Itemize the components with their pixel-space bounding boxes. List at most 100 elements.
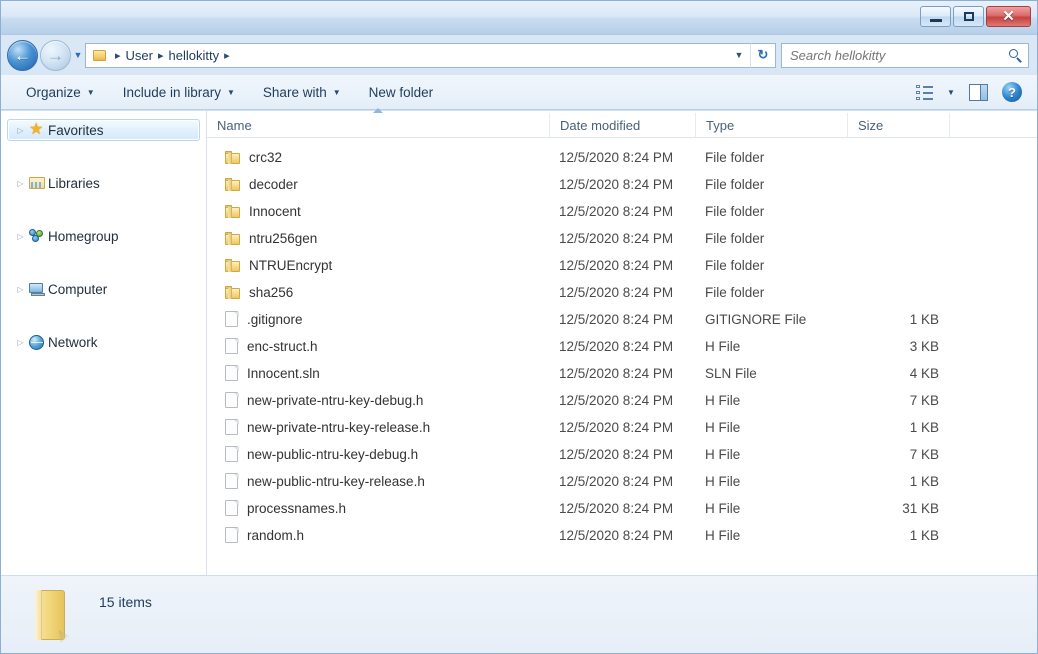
table-row[interactable]: new-public-ntru-key-release.h 12/5/2020 8… <box>207 468 1037 495</box>
organize-button[interactable]: Organize ▼ <box>15 80 106 105</box>
file-name-label: crc32 <box>249 150 283 165</box>
expander-icon[interactable]: ▷ <box>14 179 27 188</box>
new-folder-button[interactable]: New folder <box>358 80 445 105</box>
sidebar-item-libraries[interactable]: ▷ Libraries <box>7 172 200 194</box>
table-row[interactable]: processnames.h 12/5/2020 8:24 PM H File 31 … <box>207 495 1037 522</box>
sidebar-item-label: Homegroup <box>48 228 119 244</box>
file-name-label: new-private-ntru-key-release.h <box>247 420 431 435</box>
help-icon: ? <box>1002 82 1022 102</box>
table-row[interactable]: ntru256gen 12/5/2020 8:24 PM File folder <box>207 225 1037 252</box>
new-folder-label: New folder <box>368 84 434 100</box>
preview-pane-button[interactable] <box>961 79 995 105</box>
cell-size: 31 KB <box>902 501 939 516</box>
cell-date-modified: 12/5/2020 8:24 PM <box>559 150 674 165</box>
cell-name: new-public-ntru-key-debug.h <box>207 446 549 463</box>
breadcrumb-item-hellokitty[interactable]: hellokitty <box>169 48 220 63</box>
cell-date-modified: 12/5/2020 8:24 PM <box>559 366 674 381</box>
back-button[interactable]: ← <box>7 39 38 71</box>
table-row[interactable]: random.h 12/5/2020 8:24 PM H File 1 KB <box>207 522 1037 549</box>
forward-button[interactable]: → <box>40 39 71 71</box>
table-row[interactable]: Innocent.sln 12/5/2020 8:24 PM SLN File 4 K… <box>207 360 1037 387</box>
table-row[interactable]: .gitignore 12/5/2020 8:24 PM GITIGNORE Fil… <box>207 306 1037 333</box>
folder-icon <box>225 258 242 273</box>
preview-pane-icon <box>968 83 988 101</box>
cell-type: File folder <box>705 204 765 219</box>
file-icon <box>225 527 240 544</box>
sidebar-item-homegroup[interactable]: ▷ Homegroup <box>7 225 200 247</box>
sidebar-item-computer[interactable]: ▷ Computer <box>7 278 200 300</box>
file-name-label: NTRUEncrypt <box>249 258 333 273</box>
table-row[interactable]: decoder 12/5/2020 8:24 PM File folder <box>207 171 1037 198</box>
maximize-icon <box>964 12 974 21</box>
cell-date-modified: 12/5/2020 8:24 PM <box>559 501 674 516</box>
expander-icon[interactable]: ▷ <box>14 126 27 135</box>
cell-type: File folder <box>705 177 765 192</box>
address-dropdown-icon[interactable]: ▼ <box>728 44 750 67</box>
cell-size: 3 KB <box>909 339 939 354</box>
cell-type: H File <box>705 420 741 435</box>
table-row[interactable]: new-private-ntru-key-release.h 12/5/2020 … <box>207 414 1037 441</box>
folder-preview-icon <box>29 586 75 644</box>
maximize-button[interactable] <box>953 6 984 27</box>
command-toolbar: Organize ▼ Include in library ▼ Share wi… <box>1 75 1037 110</box>
cell-name: NTRUEncrypt <box>207 258 549 273</box>
refresh-button[interactable]: ↻ <box>750 42 776 68</box>
file-icon <box>225 311 240 328</box>
address-bar-row: ← → ▼ ▸ User ▸ hellokitty ▸ ▼ ↻ <box>1 35 1037 75</box>
sidebar-item-favorites[interactable]: ▷ ★ Favorites <box>7 119 200 141</box>
expander-icon[interactable]: ▷ <box>14 338 27 347</box>
column-header-name[interactable]: Name <box>207 108 549 137</box>
address-bar[interactable]: ▸ User ▸ hellokitty ▸ ▼ <box>85 42 750 68</box>
cell-type: H File <box>705 501 741 516</box>
table-row[interactable]: new-public-ntru-key-debug.h 12/5/2020 8:2… <box>207 441 1037 468</box>
cell-name: processnames.h <box>207 500 549 517</box>
cell-date-modified: 12/5/2020 8:24 PM <box>559 474 674 489</box>
sidebar-item-label: Favorites <box>48 122 104 138</box>
cell-name: decoder <box>207 177 549 192</box>
cell-date-modified: 12/5/2020 8:24 PM <box>559 528 674 543</box>
title-bar: ✕ <box>1 1 1037 35</box>
recent-locations-button[interactable]: ▼ <box>71 40 85 71</box>
search-box[interactable] <box>781 42 1029 68</box>
cell-type: File folder <box>705 150 765 165</box>
view-dropdown-button[interactable]: ▼ <box>941 79 961 105</box>
cell-name: new-private-ntru-key-release.h <box>207 419 549 436</box>
minimize-icon <box>930 19 942 22</box>
table-row[interactable]: crc32 12/5/2020 8:24 PM File folder <box>207 144 1037 171</box>
column-header-date-modified[interactable]: Date modified <box>549 113 695 137</box>
cell-size: 1 KB <box>909 528 939 543</box>
expander-icon[interactable]: ▷ <box>14 232 27 241</box>
cell-name: crc32 <box>207 150 549 165</box>
change-view-button[interactable] <box>907 79 941 105</box>
help-button[interactable]: ? <box>995 79 1029 105</box>
breadcrumb: ▸ User ▸ hellokitty ▸ <box>90 48 728 63</box>
table-row[interactable]: sha256 12/5/2020 8:24 PM File folder <box>207 279 1037 306</box>
cell-type: File folder <box>705 231 765 246</box>
table-row[interactable]: Innocent 12/5/2020 8:24 PM File folder <box>207 198 1037 225</box>
include-in-library-button[interactable]: Include in library ▼ <box>112 80 246 105</box>
sidebar-item-network[interactable]: ▷ Network <box>7 331 200 353</box>
sidebar-item-label: Network <box>48 334 98 350</box>
cell-name: Innocent <box>207 204 549 219</box>
cell-size: 1 KB <box>909 474 939 489</box>
navigation-pane: ▷ ★ Favorites ▷ Libraries ▷ Homegroup ▷ <box>1 111 207 575</box>
breadcrumb-separator: ▸ <box>115 49 121 62</box>
close-button[interactable]: ✕ <box>986 6 1031 27</box>
minimize-button[interactable] <box>920 6 951 27</box>
breadcrumb-item-user[interactable]: User <box>126 48 153 63</box>
table-row[interactable]: NTRUEncrypt 12/5/2020 8:24 PM File folder <box>207 252 1037 279</box>
search-input[interactable] <box>790 47 1007 63</box>
table-row[interactable]: enc-struct.h 12/5/2020 8:24 PM H File 3 KB <box>207 333 1037 360</box>
folder-icon <box>92 48 108 62</box>
expander-icon[interactable]: ▷ <box>14 285 27 294</box>
cell-date-modified: 12/5/2020 8:24 PM <box>559 393 674 408</box>
organize-label: Organize <box>26 84 81 100</box>
column-header-type[interactable]: Type <box>695 113 847 137</box>
table-row[interactable]: new-private-ntru-key-debug.h 12/5/2020 8:… <box>207 387 1037 414</box>
chevron-down-icon: ▼ <box>86 87 95 97</box>
window-controls: ✕ <box>920 6 1031 27</box>
chevron-down-icon: ▼ <box>332 87 341 97</box>
column-header-size[interactable]: Size <box>847 113 949 137</box>
network-icon <box>27 333 48 351</box>
share-with-button[interactable]: Share with ▼ <box>252 80 352 105</box>
